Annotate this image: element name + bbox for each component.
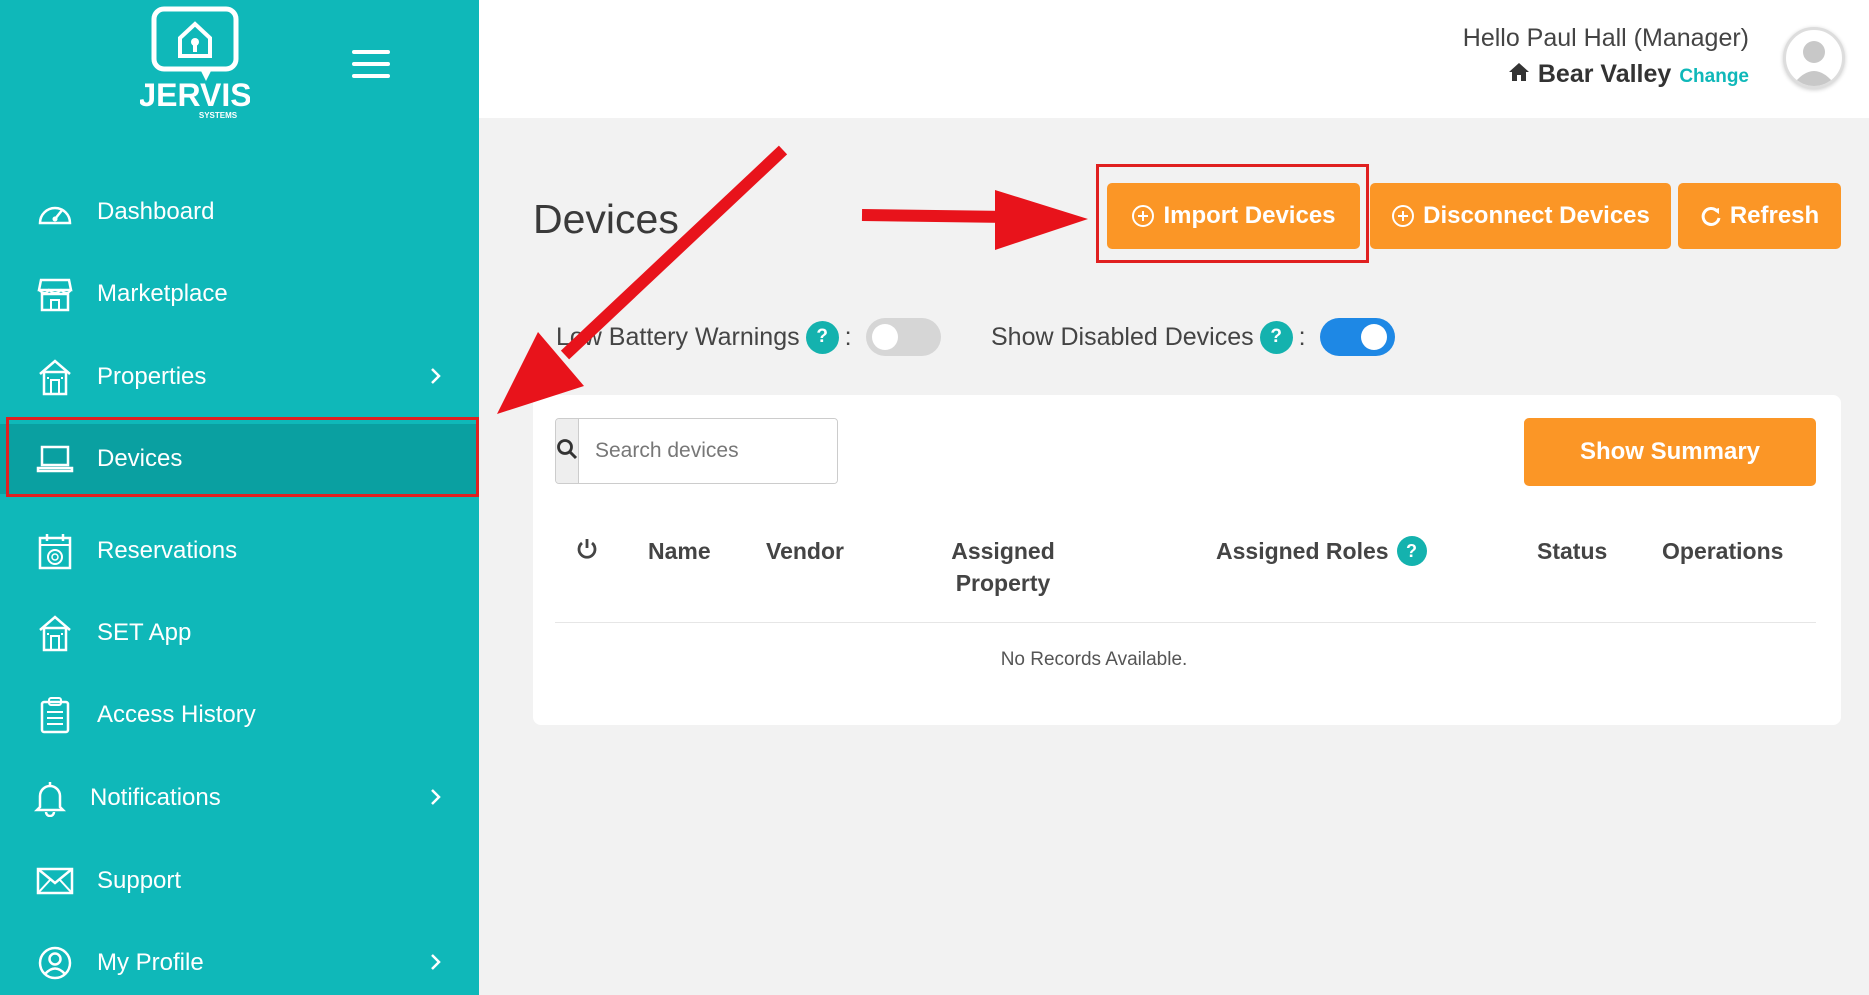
column-header-vendor[interactable]: Vendor [766, 535, 844, 567]
show-disabled-label: Show Disabled Devices [991, 322, 1254, 351]
column-header-operations: Operations [1662, 538, 1784, 564]
show-disabled-toggle-row: Show Disabled Devices ? : [991, 318, 1395, 356]
column-header-line: Property [955, 570, 1051, 596]
sidebar-item-label: Access History [97, 701, 256, 728]
search-input[interactable] [579, 419, 837, 483]
disconnect-devices-button[interactable]: Disconnect Devices [1370, 183, 1671, 249]
separator: : [844, 322, 852, 351]
sidebar-item-notifications[interactable]: Notifications [0, 763, 479, 833]
brand-sub: SYSTEMS [199, 111, 238, 120]
refresh-label: Refresh [1729, 202, 1820, 229]
sidebar-item-dashboard[interactable]: Dashboard [0, 177, 479, 247]
help-icon[interactable]: ? [1396, 536, 1427, 566]
current-property: Bear Valley Change [1508, 60, 1749, 89]
building-icon [35, 613, 75, 653]
brand-name: JERVIS [140, 77, 250, 113]
sidebar-item-label: My Profile [97, 949, 204, 976]
jervis-logo[interactable]: JERVIS SYSTEMS [138, 6, 252, 120]
column-header-line: Assigned [951, 538, 1055, 564]
import-devices-button[interactable]: Import Devices [1107, 183, 1360, 249]
table-divider [555, 622, 1816, 623]
red-arrow-to-import [861, 190, 1088, 250]
column-header-label: Assigned Roles [1216, 538, 1389, 564]
sidebar-item-properties[interactable]: Properties [0, 342, 479, 412]
calendar-icon [35, 531, 75, 571]
home-icon [1508, 60, 1530, 89]
search-button[interactable] [556, 419, 579, 483]
avatar[interactable] [1783, 27, 1845, 89]
refresh-icon [1700, 205, 1722, 227]
dashboard-gauge-icon [35, 192, 75, 232]
plus-circle-icon [1391, 204, 1415, 228]
help-icon[interactable]: ? [805, 320, 839, 354]
sidebar-item-my-profile[interactable]: My Profile [0, 928, 479, 995]
refresh-button[interactable]: Refresh [1678, 183, 1841, 249]
search-icon [556, 438, 578, 465]
low-battery-toggle[interactable] [865, 318, 941, 356]
building-icon [35, 357, 75, 397]
sidebar-item-devices[interactable]: Devices [0, 424, 479, 494]
sidebar-item-set-app[interactable]: SET App [0, 598, 479, 668]
storefront-icon [35, 274, 75, 314]
chevron-right-icon [429, 950, 443, 979]
bell-icon [30, 778, 70, 818]
column-header-assigned-roles[interactable]: Assigned Roles ? [1216, 535, 1427, 567]
sidebar-item-label: Dashboard [97, 198, 215, 225]
sidebar-item-label: SET App [97, 619, 192, 646]
chevron-right-icon [429, 364, 443, 393]
devices-card: Show Summary Name Vendor Assigned Proper… [533, 395, 1841, 725]
column-header-status[interactable]: Status [1537, 535, 1607, 567]
plus-circle-icon [1131, 204, 1155, 228]
sidebar: JERVIS SYSTEMS Dashboard Marketplace Pro… [0, 0, 479, 995]
import-devices-label: Import Devices [1163, 202, 1336, 229]
sidebar-item-label: Reservations [97, 537, 238, 564]
separator: : [1298, 322, 1306, 351]
page-title: Devices [533, 196, 679, 242]
red-arrow-to-devices-nav [497, 145, 788, 414]
power-column-icon [576, 537, 598, 569]
search-bar [555, 418, 838, 484]
sidebar-item-label: Devices [97, 445, 183, 472]
sidebar-item-reservations[interactable]: Reservations [0, 516, 479, 586]
user-greeting: Hello Paul Hall (Manager) [1462, 24, 1749, 52]
envelope-icon [35, 861, 75, 901]
sidebar-item-access-history[interactable]: Access History [0, 680, 479, 750]
hamburger-menu-button[interactable] [352, 50, 390, 78]
low-battery-toggle-row: Low Battery Warnings ? : [556, 318, 941, 356]
help-icon[interactable]: ? [1259, 320, 1293, 354]
clipboard-icon [35, 695, 75, 735]
column-header-name[interactable]: Name [648, 535, 711, 567]
sidebar-item-label: Support [97, 867, 182, 894]
show-summary-button[interactable]: Show Summary [1524, 418, 1816, 486]
chevron-right-icon [429, 785, 443, 814]
user-circle-icon [35, 943, 75, 983]
show-disabled-toggle[interactable] [1319, 318, 1395, 356]
change-property-link[interactable]: Change [1679, 66, 1749, 88]
column-header-assigned-property[interactable]: Assigned Property [938, 535, 1068, 599]
sidebar-item-marketplace[interactable]: Marketplace [0, 259, 479, 329]
property-name: Bear Valley [1537, 60, 1672, 88]
sidebar-item-label: Marketplace [97, 280, 228, 307]
top-header: Hello Paul Hall (Manager) Bear Valley Ch… [479, 0, 1869, 118]
sidebar-item-label: Properties [97, 363, 207, 390]
low-battery-label: Low Battery Warnings [556, 322, 800, 351]
laptop-icon [35, 439, 75, 479]
disconnect-devices-label: Disconnect Devices [1423, 202, 1650, 229]
sidebar-item-support[interactable]: Support [0, 846, 479, 916]
empty-state-text: No Records Available. [1000, 649, 1188, 670]
sidebar-item-label: Notifications [90, 784, 221, 811]
